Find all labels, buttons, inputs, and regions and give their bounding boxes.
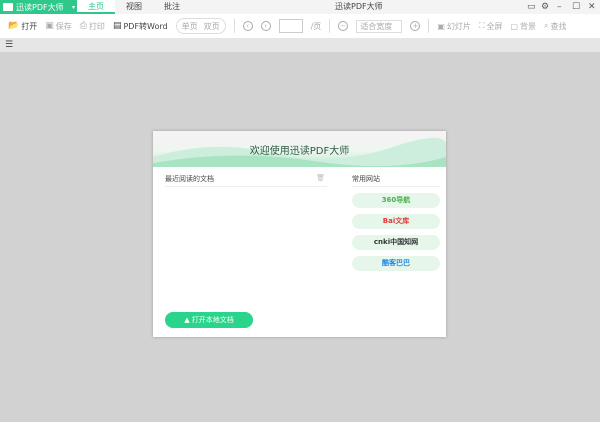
save-button[interactable]: ▣ 保存 — [45, 21, 72, 32]
find-label: 查找 — [550, 21, 567, 31]
minimize-button[interactable]: – — [557, 0, 562, 14]
fullscreen-icon: ⛶ — [478, 21, 485, 30]
next-page-button[interactable]: › — [260, 21, 271, 31]
sidebar-toggle-bar: ☰ — [0, 38, 600, 52]
tab-annotate[interactable]: 批注 — [153, 0, 191, 14]
divider — [329, 19, 331, 33]
save-label: 保存 — [55, 21, 72, 31]
word-icon: ▤ — [112, 21, 122, 31]
welcome-dialog: 欢迎使用迅读PDF大师 最近阅读的文档 🗑 常用网站 360导航 Bai文库 cn… — [153, 131, 446, 337]
slideshow-icon: ▣ — [437, 21, 445, 31]
zoom-value: 适合宽度 — [360, 21, 393, 31]
prev-page-button[interactable]: ‹ — [242, 21, 253, 31]
app-name: 迅读PDF大师 — [16, 2, 64, 12]
tab-view[interactable]: 视图 — [115, 0, 153, 14]
background-button[interactable]: ▢ 背景 — [510, 21, 536, 32]
slideshow-button[interactable]: ▣ 幻灯片 — [437, 21, 471, 32]
recent-title: 最近阅读的文档 — [165, 175, 214, 183]
site-360-nav[interactable]: 360导航 — [352, 193, 440, 208]
menu-icon[interactable]: ☰ — [5, 40, 13, 50]
common-sites: 常用网站 360导航 Bai文库 cnki中国知网 酷客巴巴 — [352, 174, 440, 271]
background-label: 背景 — [520, 21, 537, 31]
print-icon: ⎙ — [79, 21, 87, 31]
upload-icon: ▲ — [184, 316, 192, 324]
page-number-input[interactable] — [278, 19, 303, 33]
double-page-button[interactable]: 双页 — [204, 21, 220, 32]
fullscreen-button[interactable]: ⛶ 全屏 — [479, 21, 503, 32]
recent-documents-header: 最近阅读的文档 🗑 — [165, 174, 327, 187]
background-icon: ▢ — [510, 21, 519, 31]
pdf-to-word-button[interactable]: ▤ PDF转Word — [113, 21, 168, 32]
window-title: 迅读PDF大师 — [335, 2, 383, 11]
single-page-button[interactable]: 单页 — [182, 21, 198, 32]
open-local-label: 打开本地文档 — [191, 316, 234, 324]
dropdown-icon: ▾ — [71, 3, 75, 11]
fullscreen-label: 全屏 — [486, 21, 503, 31]
trash-icon[interactable]: 🗑 — [316, 174, 325, 182]
zoom-out-button[interactable]: − — [338, 21, 349, 31]
zoom-in-button[interactable]: + — [410, 21, 421, 31]
title-bar: 迅读PDF大师 ▾ 主页 视图 批注 迅读PDF大师 ▭ ⚙ – ☐ ✕ — [0, 0, 600, 14]
feedback-icon[interactable]: ▭ — [527, 0, 536, 14]
divider — [233, 19, 235, 33]
site-cnki[interactable]: cnki中国知网 — [352, 235, 440, 250]
sites-title: 常用网站 — [352, 174, 440, 187]
open-icon: 📂 — [8, 21, 20, 31]
app-menu-button[interactable]: 迅读PDF大师 ▾ — [0, 0, 77, 14]
print-label: 打印 — [88, 21, 105, 31]
open-label: 打开 — [21, 21, 38, 31]
find-button[interactable]: ⌕ 查找 — [544, 21, 566, 32]
page-mode-group: 单页 双页 — [175, 18, 226, 34]
toolbar: 📂 打开 ▣ 保存 ⎙ 打印 ▤ PDF转Word 单页 双页 ‹ › /页 − 适合宽度… — [0, 14, 600, 38]
slideshow-label: 幻灯片 — [446, 21, 471, 31]
welcome-title: 欢迎使用迅读PDF大师 — [249, 146, 350, 157]
zoom-select[interactable]: 适合宽度 — [356, 19, 403, 33]
print-button[interactable]: ⎙ 打印 — [80, 21, 105, 32]
open-button[interactable]: 📂 打开 — [8, 21, 37, 32]
settings-icon[interactable]: ⚙ — [541, 0, 549, 14]
save-icon: ▣ — [45, 21, 54, 31]
divider — [428, 19, 430, 33]
tab-home[interactable]: 主页 — [77, 0, 115, 14]
app-logo-icon — [3, 3, 13, 11]
site-kukebaba[interactable]: 酷客巴巴 — [352, 256, 440, 271]
page-suffix: /页 — [310, 21, 322, 31]
maximize-button[interactable]: ☐ — [572, 0, 580, 14]
open-local-document-button[interactable]: ▲ 打开本地文档 — [165, 312, 253, 328]
pdf-to-word-label: PDF转Word — [123, 21, 168, 31]
site-baidu-wenku[interactable]: Bai文库 — [352, 214, 440, 229]
find-icon: ⌕ — [544, 21, 549, 30]
close-button[interactable]: ✕ — [588, 0, 596, 14]
welcome-header: 欢迎使用迅读PDF大师 — [153, 131, 446, 167]
